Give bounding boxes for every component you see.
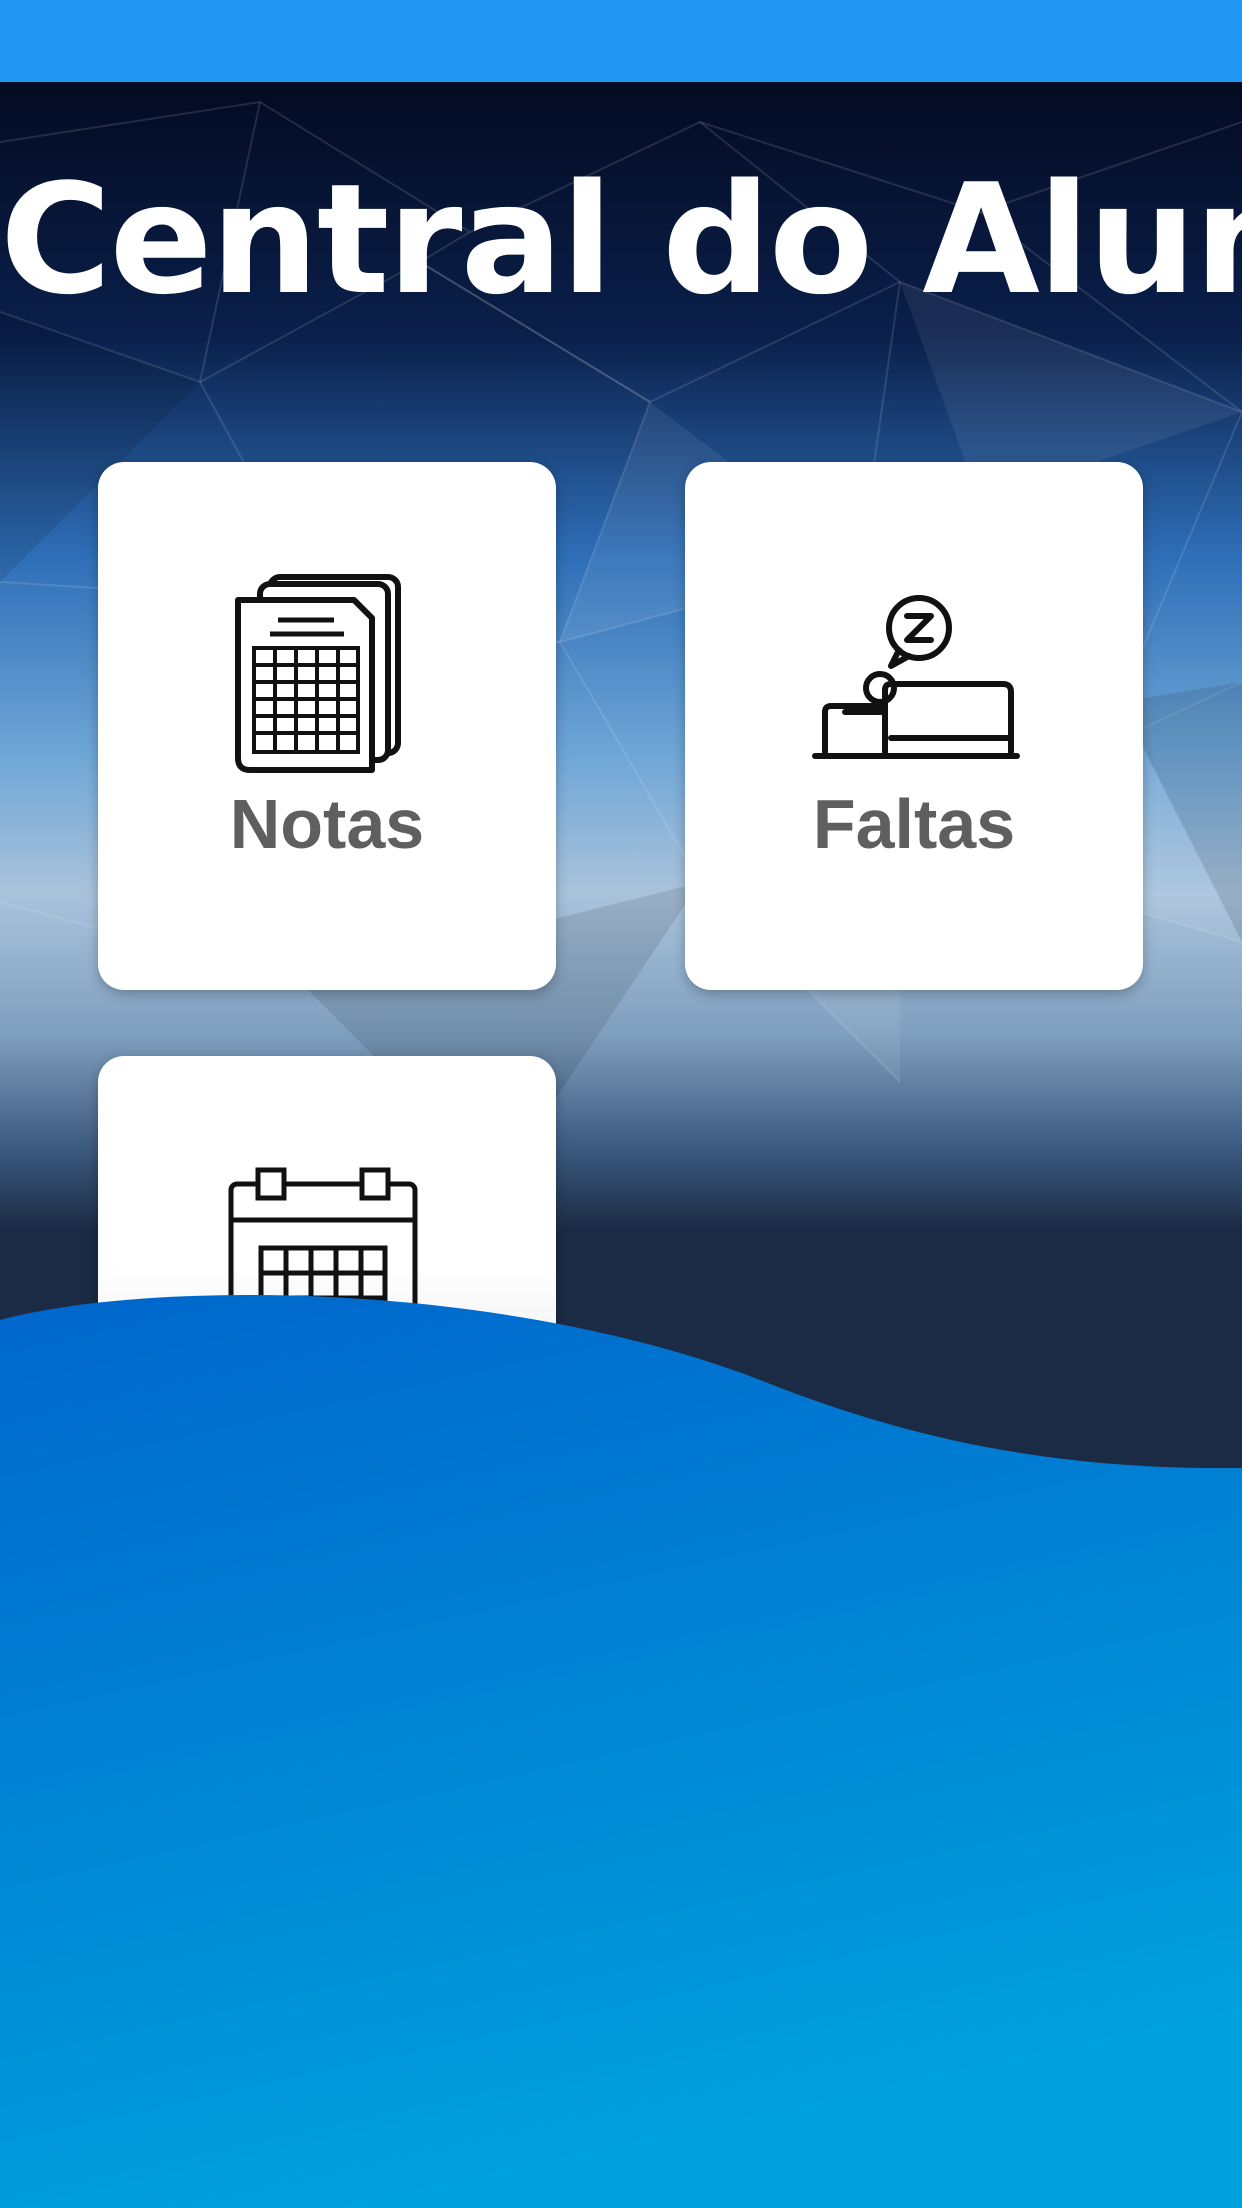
notas-label: Notas	[229, 785, 425, 863]
grades-document-icon	[235, 574, 401, 773]
page-title: Central do Aluno	[0, 151, 1242, 328]
status-bar	[0, 0, 1242, 82]
absence-bed-icon	[812, 595, 1020, 759]
faltas-button[interactable]: Faltas	[685, 462, 1143, 990]
app-screen: Central do Alu no	[0, 0, 1242, 2208]
faltas-label: Faltas	[812, 785, 1016, 863]
notas-button[interactable]: Notas	[98, 462, 556, 990]
wave-footer	[0, 1295, 1242, 2208]
